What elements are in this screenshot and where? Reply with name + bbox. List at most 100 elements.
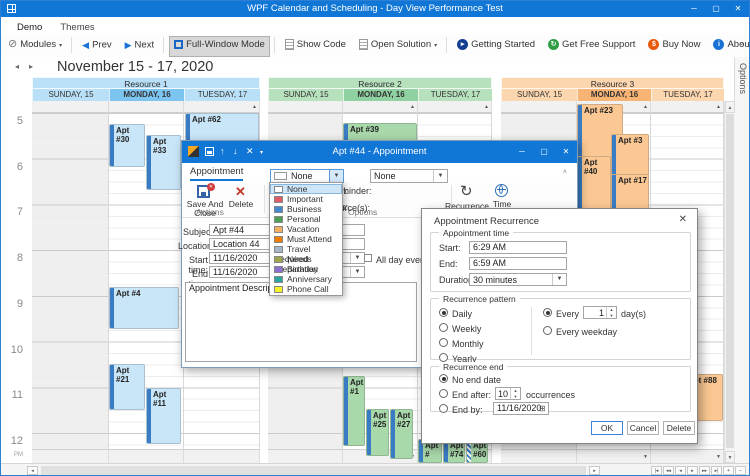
close-button[interactable]: ✕ xyxy=(727,1,749,17)
scroll-up-icon[interactable]: ▲ xyxy=(725,101,735,113)
appointment[interactable]: Apt #39 xyxy=(343,123,417,141)
cancel-button[interactable]: Cancel xyxy=(627,421,659,435)
label-option-anniversary[interactable]: Anniversary xyxy=(270,274,342,284)
nav-cluster-button[interactable]: |◂ xyxy=(651,466,662,475)
all-day-area-cell[interactable]: ▲ xyxy=(343,101,418,113)
all-day-area-cell[interactable]: ▲ xyxy=(184,101,260,113)
nav-cluster-button[interactable]: ▸| xyxy=(711,466,722,475)
label-option-birthday[interactable]: Birthday xyxy=(270,264,342,274)
appointment[interactable]: Apt #30 xyxy=(109,124,145,167)
reminder-combo-dropdown-icon[interactable]: ▼ xyxy=(433,170,447,182)
day-header[interactable]: TUESDAY, 17 xyxy=(184,89,260,101)
day-header[interactable]: SUNDAY, 15 xyxy=(268,89,343,101)
duration-dropdown-icon[interactable]: ▼ xyxy=(552,274,566,285)
label-combo-dropdown-icon[interactable]: ▼ xyxy=(329,170,343,182)
occurrences-spinner-arrows-icon[interactable]: ▲▼ xyxy=(510,388,520,399)
buy-now-button[interactable]: $Buy Now xyxy=(643,36,705,57)
all-day-checkbox[interactable] xyxy=(364,254,372,262)
vertical-scroll-thumb[interactable] xyxy=(726,114,734,448)
every-radio[interactable] xyxy=(543,308,552,317)
appointment[interactable]: Apt #25 xyxy=(366,409,389,456)
all-day-area-cell[interactable] xyxy=(109,101,184,113)
appointment[interactable]: Apt #4 xyxy=(109,287,179,329)
all-day-area-cell[interactable]: ▲ xyxy=(651,101,724,113)
appointment[interactable]: Apt #33 xyxy=(146,135,181,190)
collapse-up-icon[interactable]: ▲ xyxy=(643,104,648,110)
label-option-travel-required[interactable]: Travel Required xyxy=(270,244,342,254)
label-option-important[interactable]: Important xyxy=(270,194,342,204)
every-spinner[interactable]: 1 ▲▼ xyxy=(583,306,617,319)
tab-appointment[interactable]: Appointment xyxy=(190,166,243,181)
collapse-up-icon[interactable]: ▲ xyxy=(716,104,721,110)
day-header[interactable]: MONDAY, 16 xyxy=(343,89,418,101)
all-day-area-cell[interactable] xyxy=(501,101,577,113)
end-after-radio[interactable] xyxy=(439,389,448,398)
nav-cluster-button[interactable]: − xyxy=(735,466,746,475)
weekly-radio[interactable] xyxy=(439,323,448,332)
collapse-up-icon[interactable]: ▲ xyxy=(252,104,257,110)
dialog-minimize-button[interactable]: ─ xyxy=(511,141,533,163)
dialog-maximize-button[interactable]: ▢ xyxy=(533,141,555,163)
end-by-radio[interactable] xyxy=(439,404,448,413)
full-window-mode-button[interactable]: Full-Window Mode xyxy=(169,36,270,57)
recurrence-close-icon[interactable]: ✕ xyxy=(679,214,687,225)
horizontal-scroll-thumb[interactable] xyxy=(41,466,586,475)
label-option-must-attend[interactable]: Must Attend xyxy=(270,234,342,244)
end-by-calendar-icon[interactable]: ⊞ xyxy=(539,404,546,413)
scroll-down-icon[interactable]: ▼ xyxy=(725,451,735,463)
label-option-vacation[interactable]: Vacation xyxy=(270,224,342,234)
occurrences-spinner[interactable]: 10 ▲▼ xyxy=(495,387,521,400)
day-header[interactable]: MONDAY, 16 xyxy=(109,89,184,101)
options-panel-strip[interactable]: Options xyxy=(734,57,750,476)
label-option-needs-preparation[interactable]: Needs Preparation xyxy=(270,254,342,264)
day-header[interactable]: TUESDAY, 17 xyxy=(651,89,724,101)
get-free-support-button[interactable]: ↻Get Free Support xyxy=(543,36,640,57)
show-code-button[interactable]: Show Code xyxy=(280,36,351,57)
duration-combobox[interactable]: 30 minutes ▼ xyxy=(469,273,567,286)
delete-button-recurrence[interactable]: Delete xyxy=(663,421,695,435)
next-button[interactable]: ▶Next xyxy=(120,36,159,57)
nav-cluster-button[interactable]: ◂ xyxy=(675,466,686,475)
day-header[interactable]: MONDAY, 16 xyxy=(577,89,651,101)
appointment[interactable]: Apt #62 xyxy=(185,113,259,141)
reminder-combobox[interactable]: None ▼ xyxy=(370,169,448,183)
day-header[interactable]: TUESDAY, 17 xyxy=(418,89,492,101)
appointment[interactable]: Apt #11 xyxy=(146,388,181,444)
label-option-phone-call[interactable]: Phone Call xyxy=(270,284,342,294)
maximize-button[interactable]: ▢ xyxy=(705,1,727,17)
vertical-scrollbar[interactable]: ▲ ▼ xyxy=(724,101,735,463)
day-header[interactable]: SUNDAY, 15 xyxy=(32,89,109,101)
rec-start-input[interactable]: 6:29 AM xyxy=(469,241,567,254)
ok-button[interactable]: OK xyxy=(591,421,623,435)
day-column[interactable] xyxy=(32,113,109,449)
day-header[interactable]: SUNDAY, 15 xyxy=(501,89,577,101)
label-option-personal[interactable]: Personal xyxy=(270,214,342,224)
scroll-right-icon[interactable]: ▸ xyxy=(589,466,600,475)
all-day-area-cell[interactable] xyxy=(268,101,343,113)
label-option-business[interactable]: Business xyxy=(270,204,342,214)
getting-started-button[interactable]: ▸Getting Started xyxy=(452,36,540,57)
prev-button[interactable]: ◀Prev xyxy=(77,36,116,57)
monthly-radio[interactable] xyxy=(439,338,448,347)
horizontal-scrollbar[interactable]: ◂ ▸ |◂◂◂◂▸▸▸▸|+− xyxy=(1,463,750,476)
all-day-area-cell[interactable]: ▲ xyxy=(418,101,492,113)
nav-prev-icon[interactable]: ◂ xyxy=(15,62,19,71)
dialog-close-button[interactable]: ✕ xyxy=(555,141,577,163)
daily-radio[interactable] xyxy=(439,308,448,317)
nav-cluster-button[interactable]: ▸▸ xyxy=(699,466,710,475)
options-panel-label[interactable]: Options xyxy=(738,63,748,94)
open-solution-button[interactable]: Open Solution▾ xyxy=(354,36,442,57)
label-option-none[interactable]: None xyxy=(270,184,342,194)
modules-button[interactable]: ⊘Modules▾ xyxy=(3,36,67,57)
yearly-radio[interactable] xyxy=(439,353,448,362)
appointment[interactable]: Apt #1 xyxy=(343,376,365,446)
ribbon-collapse-chevron-icon[interactable]: ˄ xyxy=(563,169,567,176)
every-weekday-radio[interactable] xyxy=(543,326,552,335)
appointment[interactable]: Apt #27 xyxy=(390,409,413,459)
scroll-left-icon[interactable]: ◂ xyxy=(27,466,38,475)
nav-next-icon[interactable]: ▸ xyxy=(29,62,33,71)
collapse-up-icon[interactable]: ▲ xyxy=(484,104,489,110)
nav-cluster-button[interactable]: + xyxy=(723,466,734,475)
no-end-date-radio[interactable] xyxy=(439,374,448,383)
nav-cluster-button[interactable]: ◂◂ xyxy=(663,466,674,475)
